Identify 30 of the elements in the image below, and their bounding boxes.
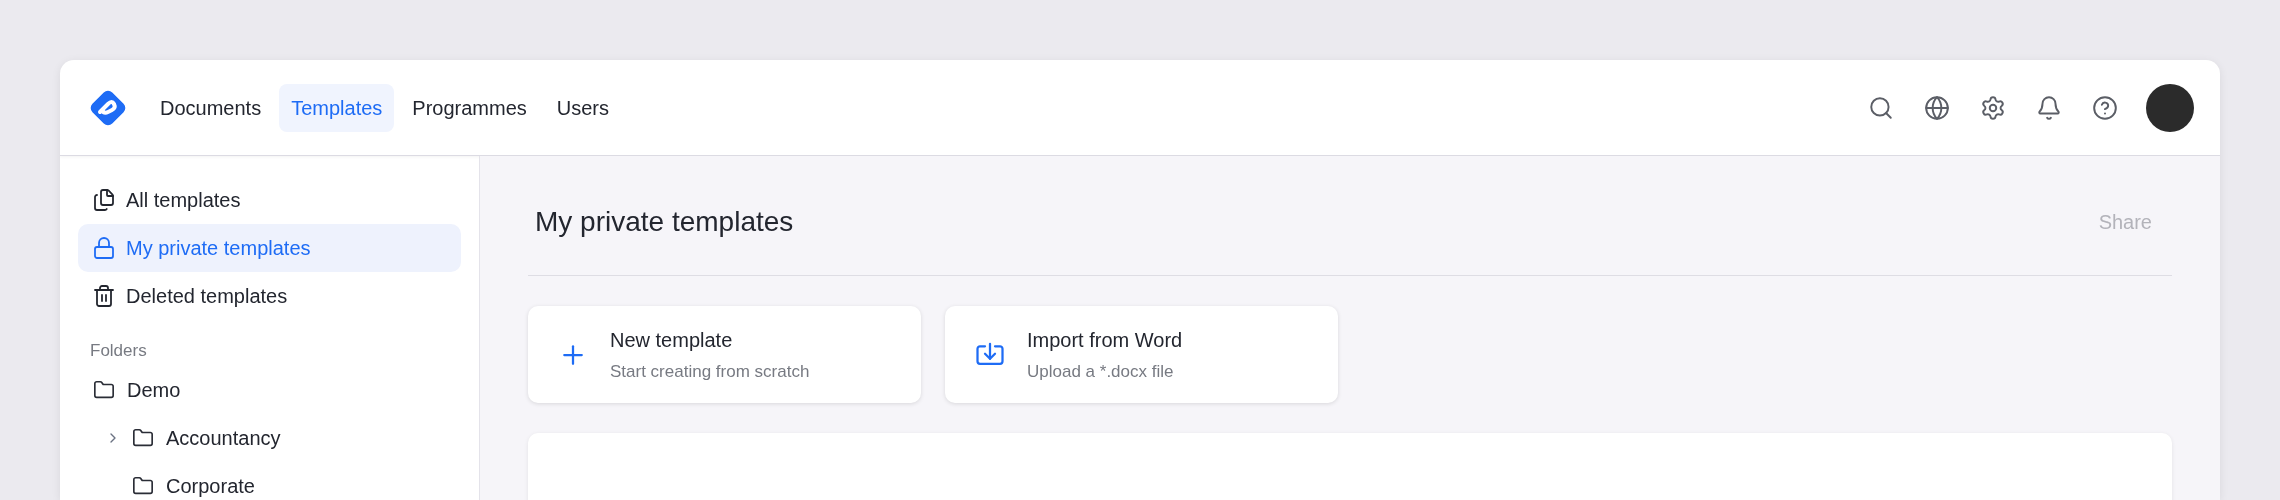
folder-item[interactable]: Corporate (166, 470, 255, 500)
documents-icon (92, 188, 116, 212)
avatar[interactable] (2146, 83, 2194, 132)
card-title: New template (610, 327, 734, 353)
page-title: My private templates (535, 204, 794, 239)
folder-item[interactable]: Accountancy (166, 422, 281, 453)
globe-icon[interactable] (1924, 94, 1950, 121)
settings-icon[interactable] (1980, 94, 2006, 121)
bell-icon[interactable] (2036, 94, 2062, 121)
folder-icon (132, 426, 154, 449)
folder-item[interactable]: Demo (127, 374, 181, 405)
card-subtitle: Upload a *.docx file (1027, 360, 1175, 383)
search-icon[interactable] (1868, 94, 1894, 121)
action-card[interactable]: New template Start creating from scratch (528, 306, 921, 403)
section-heading: Folders (89, 340, 148, 362)
card-subtitle: Start creating from scratch (610, 360, 810, 383)
nav-tab[interactable]: Users (544, 83, 622, 132)
help-icon[interactable] (2092, 94, 2118, 121)
nav-tab[interactable]: Programmes (400, 83, 539, 132)
nav-tab[interactable]: Documents (148, 83, 274, 132)
folder-icon (93, 378, 115, 401)
nav-tab[interactable]: Templates (279, 83, 395, 132)
sidebar-item[interactable]: All templates (78, 176, 461, 224)
sidebar-item[interactable]: My private templates (78, 224, 461, 272)
lock-icon (92, 236, 116, 260)
action-card[interactable]: Import from Word Upload a *.docx file (945, 306, 1338, 403)
folder-icon (132, 474, 154, 497)
card-title: Import from Word (1027, 327, 1183, 353)
sidebar-item[interactable]: Deleted templates (78, 272, 461, 320)
trash-icon (92, 284, 116, 308)
